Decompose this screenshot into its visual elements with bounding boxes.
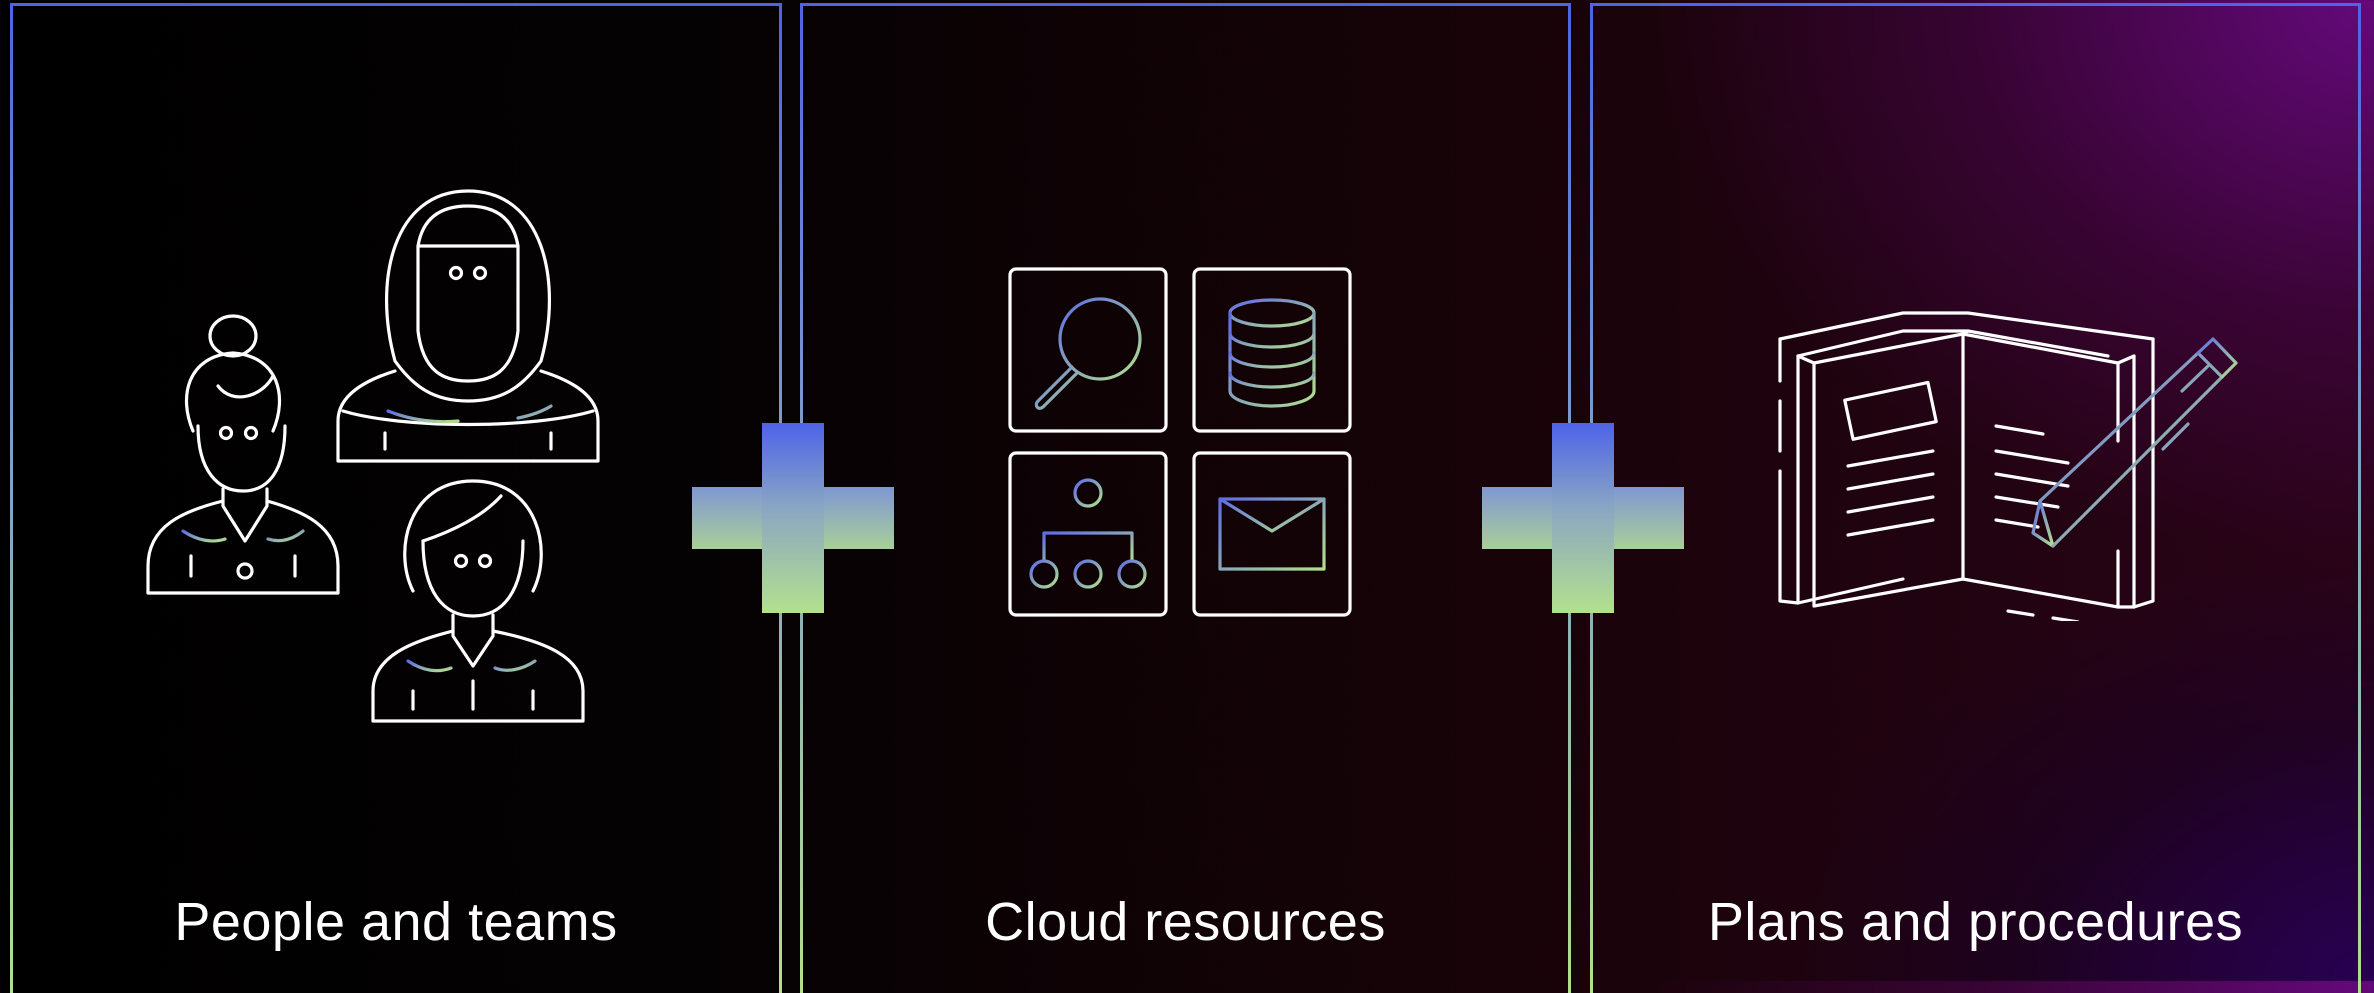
envelope-icon	[1218, 497, 1326, 571]
plus-icon	[1482, 423, 1684, 613]
panel-label-people: People and teams	[174, 892, 618, 952]
cloud-resources-icon	[1008, 267, 1352, 617]
panel-label-plans: Plans and procedures	[1707, 892, 2244, 952]
hierarchy-icon	[1029, 478, 1147, 589]
search-icon	[1034, 297, 1142, 410]
person-woman-hijab-icon	[336, 189, 600, 463]
email-tile	[1192, 451, 1352, 617]
panel-people-and-teams: People and teams	[10, 3, 782, 993]
person-woman-bun-icon	[146, 314, 340, 595]
plus-icon	[692, 423, 894, 613]
people-icon	[146, 189, 600, 723]
panel-label-cloud: Cloud resources	[985, 892, 1386, 952]
search-tile	[1008, 267, 1168, 433]
plans-book-icon	[1778, 311, 2238, 621]
person-man-icon	[371, 479, 585, 723]
panel-plans-and-procedures: Plans and procedures	[1590, 3, 2361, 993]
panel-cloud-resources: Cloud resources	[800, 3, 1571, 993]
database-icon	[1228, 298, 1316, 408]
